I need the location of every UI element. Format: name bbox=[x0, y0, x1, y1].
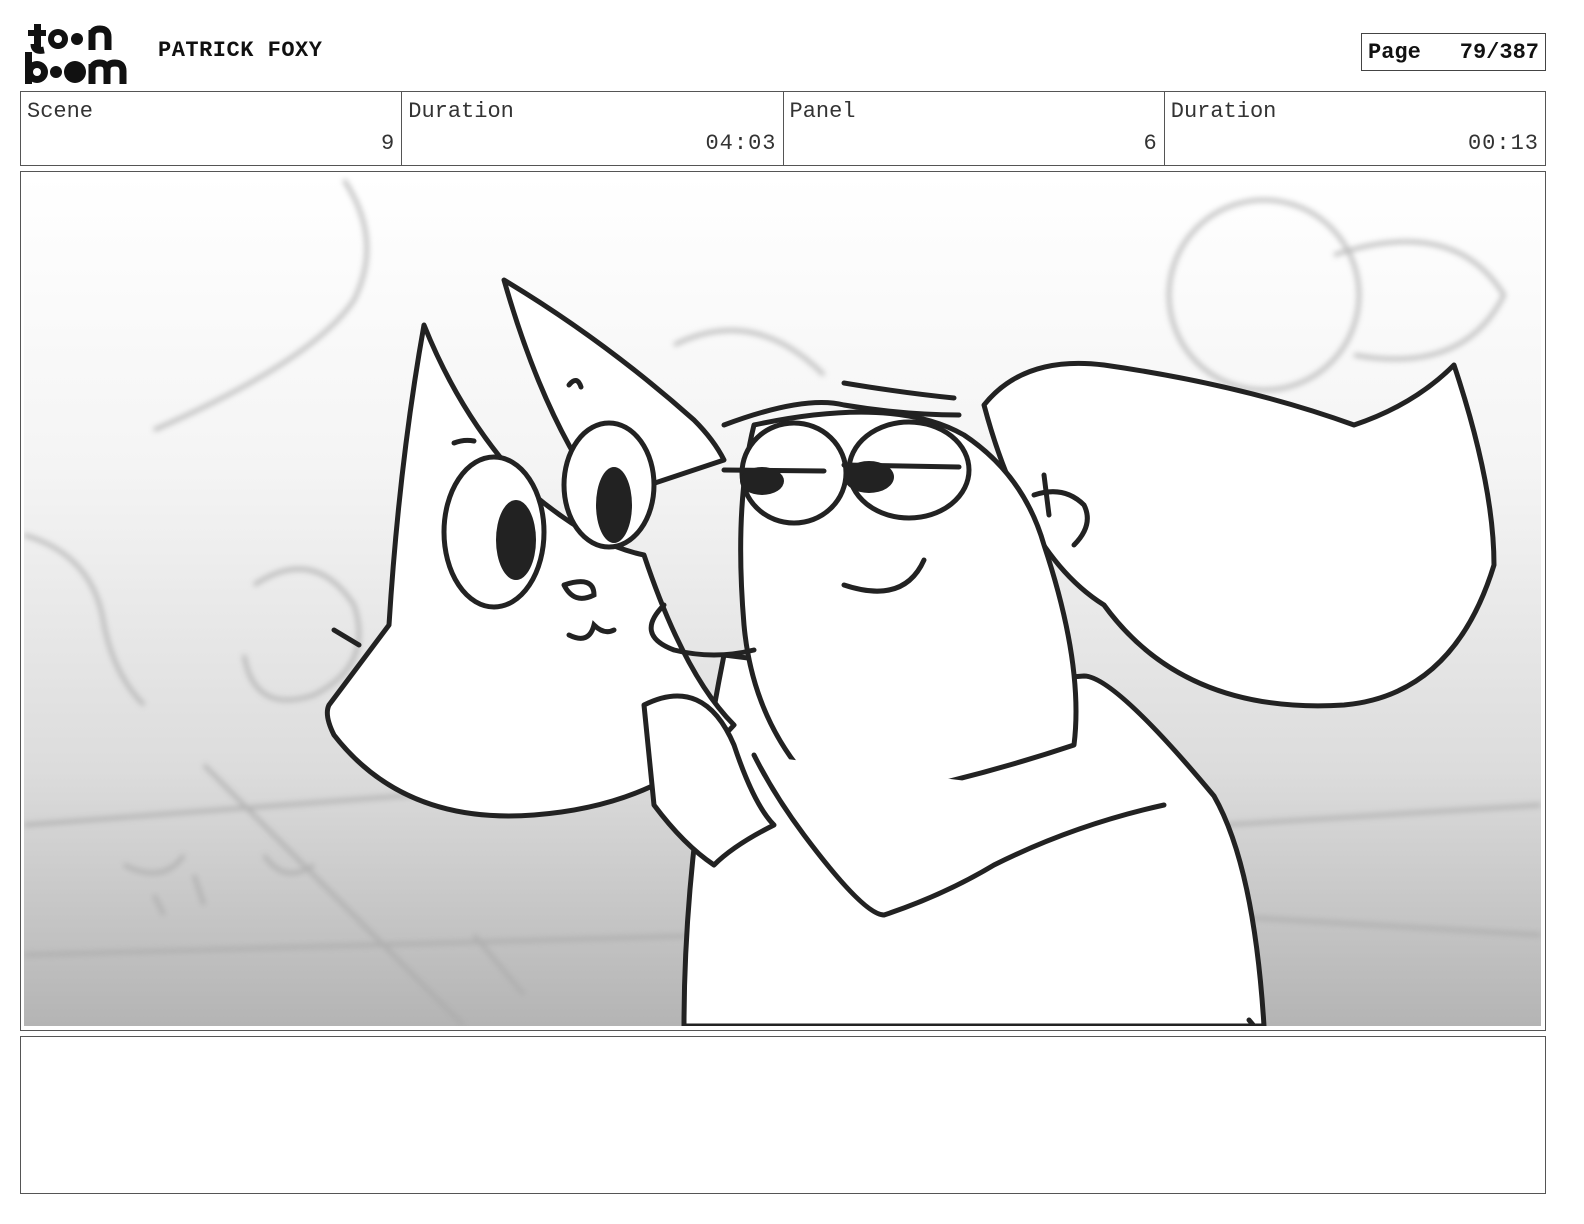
scene-cell: Scene 9 bbox=[21, 92, 403, 165]
panel-duration-value: 00:13 bbox=[1467, 131, 1539, 156]
panel-notes-box[interactable] bbox=[20, 1036, 1546, 1194]
scene-duration-value: 04:03 bbox=[705, 131, 777, 156]
panel-duration-label: Duration bbox=[1170, 99, 1277, 124]
scene-duration-label: Duration bbox=[408, 99, 514, 124]
page-number: 79/387 bbox=[1459, 39, 1539, 65]
scene-info-row: Scene 9 Duration 04:03 Panel 6 Duration … bbox=[20, 91, 1546, 166]
page-label: Page bbox=[1368, 39, 1421, 65]
scene-duration-cell: Duration 04:03 bbox=[402, 92, 784, 165]
page-indicator: Page 79/387 bbox=[1361, 33, 1546, 71]
panel-duration-cell: Duration 00:13 bbox=[1165, 92, 1545, 165]
project-title: PATRICK FOXY bbox=[158, 38, 323, 63]
storyboard-panel bbox=[20, 171, 1546, 1031]
panel-label: Panel bbox=[789, 99, 856, 124]
panel-value: 6 bbox=[1143, 131, 1158, 156]
scene-label: Scene bbox=[27, 99, 94, 124]
panel-cell: Panel 6 bbox=[784, 92, 1165, 165]
toon-boom-logo bbox=[22, 22, 138, 86]
storyboard-sketch-image bbox=[24, 175, 1541, 1026]
scene-value: 9 bbox=[381, 131, 396, 156]
